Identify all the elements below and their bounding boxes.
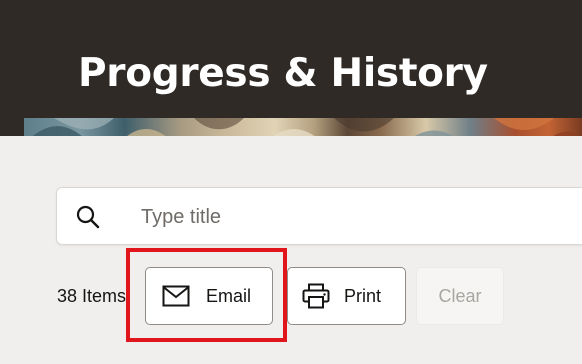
clear-button[interactable]: Clear	[416, 267, 504, 325]
print-button-label: Print	[344, 285, 382, 306]
search-icon[interactable]	[75, 204, 101, 230]
email-button[interactable]: Email	[145, 267, 273, 325]
clear-button-label: Clear	[438, 285, 482, 306]
email-button-label: Email	[206, 285, 252, 306]
app-root: Progress & History 38 Items	[0, 0, 582, 364]
print-button[interactable]: Print	[287, 267, 406, 325]
page-title: Progress & History	[78, 51, 488, 96]
search-bar[interactable]	[56, 187, 582, 245]
search-input[interactable]	[141, 200, 561, 234]
item-count: 38 Items	[57, 286, 127, 306]
envelope-icon	[162, 285, 190, 307]
content-panel	[0, 136, 582, 364]
printer-icon	[302, 283, 330, 309]
